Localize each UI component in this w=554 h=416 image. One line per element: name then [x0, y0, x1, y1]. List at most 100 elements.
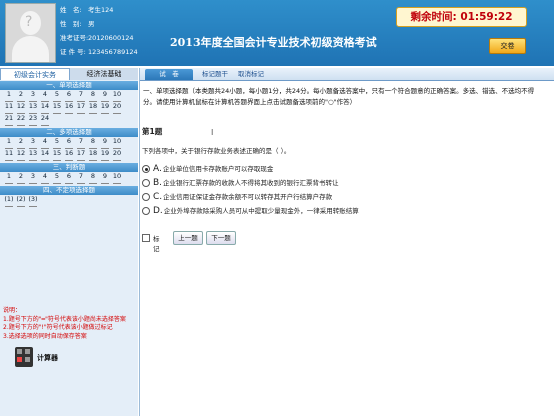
unanswered-marker — [29, 122, 37, 126]
unanswered-marker — [5, 157, 13, 161]
option-radio[interactable] — [142, 207, 150, 215]
question-nav-item[interactable]: (3) — [27, 196, 39, 207]
tab-economic-law[interactable]: 经济法基础 — [70, 68, 138, 80]
section-header: 一、单项选择题 — [0, 81, 138, 90]
question-navigator: 初级会计实务 经济法基础 一、单项选择题 1 2 3 4 5 6 7 8 9 10 11 12 13 14 1… — [0, 68, 138, 416]
question-nav-item[interactable]: 5 — [51, 91, 63, 102]
question-nav-number: 15 — [52, 149, 62, 157]
question-nav-item[interactable]: 7 — [75, 173, 87, 184]
question-nav-item[interactable]: 14 — [39, 103, 51, 114]
question-nav-item[interactable]: 10 — [111, 138, 123, 149]
answer-option[interactable]: A.企业单位信用卡存款账户可以存取现金 — [142, 163, 273, 175]
question-nav-item[interactable]: 13 — [27, 103, 39, 114]
tab-marked-questions[interactable]: 标记题干 — [198, 69, 232, 80]
question-nav-item[interactable]: 23 — [27, 115, 39, 126]
question-nav-item[interactable]: 1 — [3, 173, 15, 184]
question-nav-item[interactable]: 6 — [63, 173, 75, 184]
tab-unmark[interactable]: 取消标记 — [233, 69, 269, 80]
unanswered-marker — [53, 157, 61, 161]
question-nav-item[interactable]: 9 — [99, 138, 111, 149]
question-nav-item[interactable]: 6 — [63, 138, 75, 149]
unanswered-marker — [113, 180, 121, 184]
answer-option[interactable]: B.企业银行汇票存款的收款人不得将其收到的银行汇票背书转让 — [142, 177, 339, 189]
question-nav-item[interactable]: 7 — [75, 91, 87, 102]
question-nav-number: 4 — [42, 172, 48, 180]
question-nav-item[interactable]: 15 — [51, 150, 63, 161]
question-nav-item[interactable]: 20 — [111, 150, 123, 161]
question-nav-item[interactable]: 4 — [39, 91, 51, 102]
question-nav-number: 1 — [6, 90, 12, 98]
question-nav-item[interactable]: 12 — [15, 150, 27, 161]
option-text: 企业信用证保证金存款余额不可以转存其开户行结算户存款 — [163, 193, 333, 201]
mark-checkbox[interactable] — [142, 234, 150, 242]
submit-button[interactable]: 交卷 — [489, 38, 526, 54]
question-nav-item[interactable]: 7 — [75, 138, 87, 149]
question-nav-item[interactable]: 12 — [15, 103, 27, 114]
question-nav-item[interactable]: 24 — [39, 115, 51, 126]
question-nav-number: 9 — [102, 172, 108, 180]
question-nav-item[interactable]: 5 — [51, 138, 63, 149]
question-nav-item[interactable]: 8 — [87, 138, 99, 149]
question-nav-item[interactable]: 4 — [39, 173, 51, 184]
question-nav-item[interactable]: 15 — [51, 103, 63, 114]
option-radio[interactable] — [142, 165, 150, 173]
question-nav-item[interactable]: 9 — [99, 173, 111, 184]
question-nav-item[interactable]: 8 — [87, 91, 99, 102]
previous-button[interactable]: 上一题 — [173, 231, 203, 245]
question-nav-item[interactable]: 1 — [3, 91, 15, 102]
next-button[interactable]: 下一题 — [206, 231, 236, 245]
timer-value: 01:59:22 — [460, 11, 513, 23]
question-nav-item[interactable]: (2) — [15, 196, 27, 207]
question-nav-item[interactable]: 3 — [27, 138, 39, 149]
answer-option[interactable]: C.企业信用证保证金存款余额不可以转存其开户行结算户存款 — [142, 191, 332, 203]
question-nav-item[interactable]: (1) — [3, 196, 15, 207]
option-radio[interactable] — [142, 193, 150, 201]
unanswered-marker — [41, 180, 49, 184]
question-nav-number: 12 — [16, 102, 26, 110]
question-nav-item[interactable]: 13 — [27, 150, 39, 161]
question-nav-item[interactable]: 9 — [99, 91, 111, 102]
question-nav-item[interactable]: 8 — [87, 173, 99, 184]
question-nav-item[interactable]: 17 — [75, 103, 87, 114]
unanswered-marker — [41, 122, 49, 126]
question-nav-item[interactable]: 2 — [15, 173, 27, 184]
question-nav-item[interactable]: 18 — [87, 150, 99, 161]
question-nav-item[interactable]: 4 — [39, 138, 51, 149]
question-nav-item[interactable]: 2 — [15, 138, 27, 149]
question-nav-item[interactable]: 11 — [3, 150, 15, 161]
question-nav-item[interactable]: 16 — [63, 150, 75, 161]
question-nav-number: 8 — [90, 172, 96, 180]
question-nav-item[interactable]: 2 — [15, 91, 27, 102]
question-nav-item[interactable]: 10 — [111, 91, 123, 102]
question-nav-item[interactable]: 1 — [3, 138, 15, 149]
unanswered-marker — [41, 157, 49, 161]
question-nav-item[interactable]: 11 — [3, 103, 15, 114]
tab-paper[interactable]: 试 卷 — [145, 69, 193, 80]
main-tab-bar: 试 卷 标记题干 取消标记 — [140, 68, 554, 81]
question-nav-item[interactable]: 10 — [111, 173, 123, 184]
question-nav-number: 2 — [18, 90, 24, 98]
question-nav-item[interactable]: 16 — [63, 103, 75, 114]
question-nav-item[interactable]: 19 — [99, 103, 111, 114]
unanswered-marker — [5, 122, 13, 126]
option-radio[interactable] — [142, 179, 150, 187]
option-letter: C. — [153, 192, 163, 202]
question-nav-item[interactable]: 17 — [75, 150, 87, 161]
question-nav-item[interactable]: 19 — [99, 150, 111, 161]
question-nav-item[interactable]: 21 — [3, 115, 15, 126]
question-nav-item[interactable]: 3 — [27, 91, 39, 102]
question-nav-item[interactable]: 18 — [87, 103, 99, 114]
tab-accounting-practice[interactable]: 初级会计实务 — [0, 68, 70, 80]
question-nav-item[interactable]: 14 — [39, 150, 51, 161]
question-nav-item[interactable]: 20 — [111, 103, 123, 114]
calculator-button[interactable]: 计算器 — [15, 347, 67, 367]
question-nav-number: (2) — [16, 195, 26, 203]
question-nav-item[interactable]: 6 — [63, 91, 75, 102]
question-nav-item[interactable]: 3 — [27, 173, 39, 184]
question-nav-item[interactable]: 5 — [51, 173, 63, 184]
unanswered-marker — [101, 157, 109, 161]
question-nav-item[interactable]: 22 — [15, 115, 27, 126]
answer-option[interactable]: D.企业外埠存款除采购人员可从中提取少量现金外，一律采用转账结算 — [142, 205, 359, 217]
question-nav-number: 9 — [102, 90, 108, 98]
question-nav-number: 17 — [76, 149, 86, 157]
